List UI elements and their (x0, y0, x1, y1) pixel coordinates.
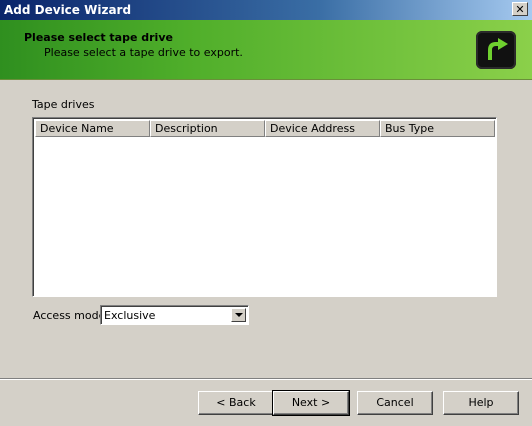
access-mode-label: Access mode (33, 309, 106, 322)
export-arrow-icon (476, 31, 516, 69)
next-button[interactable]: Next > (272, 390, 350, 416)
chevron-down-icon[interactable] (231, 308, 246, 322)
tape-drives-list[interactable]: Device Name Description Device Address B… (32, 117, 497, 297)
column-header-device-name[interactable]: Device Name (35, 120, 150, 137)
column-header-device-address[interactable]: Device Address (265, 120, 380, 137)
window-title: Add Device Wizard (4, 3, 132, 17)
column-header-description[interactable]: Description (150, 120, 265, 137)
access-mode-select[interactable]: Exclusive (100, 305, 249, 325)
back-button[interactable]: < Back (198, 391, 274, 415)
column-header-bus-type[interactable]: Bus Type (380, 120, 495, 137)
cancel-button[interactable]: Cancel (357, 391, 433, 415)
header-title: Please select tape drive (24, 31, 173, 44)
tape-drives-label: Tape drives (32, 98, 95, 111)
help-button[interactable]: Help (443, 391, 519, 415)
divider (0, 378, 532, 380)
access-mode-value: Exclusive (104, 309, 156, 322)
header-subtitle: Please select a tape drive to export. (44, 46, 243, 59)
wizard-header: Please select tape drive Please select a… (0, 20, 532, 80)
title-bar: Add Device Wizard ✕ (0, 0, 532, 20)
close-button[interactable]: ✕ (512, 2, 528, 16)
